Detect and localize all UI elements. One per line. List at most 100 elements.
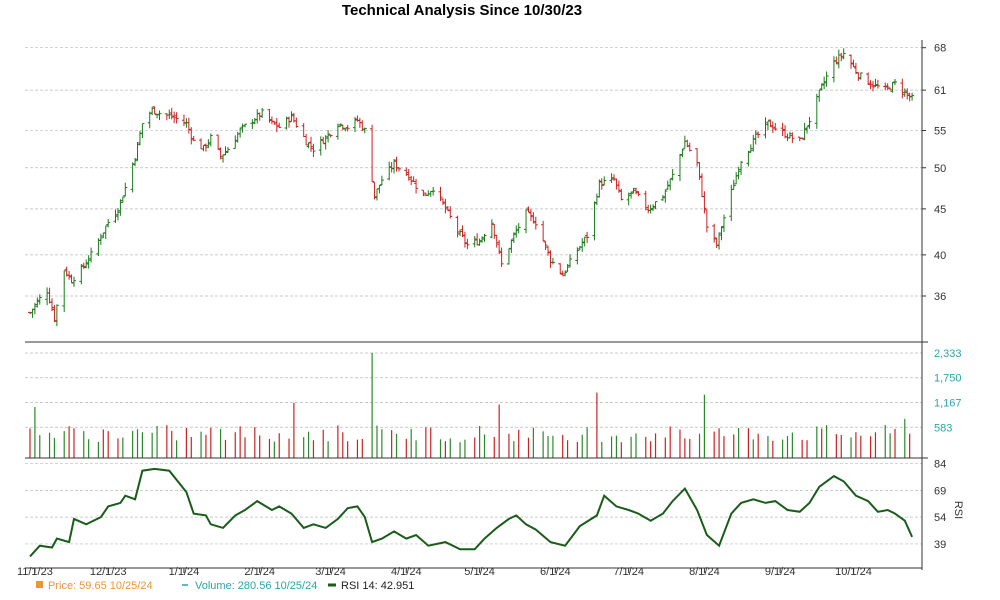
x-tick-label: 5/1/24 bbox=[464, 566, 495, 578]
x-tick-label: 1/1/24 bbox=[169, 566, 200, 578]
price-bar bbox=[352, 116, 357, 133]
price-bar bbox=[321, 136, 326, 144]
price-bar bbox=[387, 161, 392, 181]
price-bar bbox=[643, 190, 648, 211]
price-bar bbox=[304, 133, 309, 146]
x-tick-label: 8/1/24 bbox=[689, 566, 720, 578]
price-bar bbox=[49, 298, 54, 312]
price-bar bbox=[152, 106, 157, 115]
price-bar bbox=[746, 150, 751, 167]
price-bar bbox=[765, 120, 770, 131]
price-bar bbox=[849, 54, 854, 69]
price-bar bbox=[506, 248, 511, 265]
rsi-tick-label: 84 bbox=[934, 459, 946, 471]
price-bar bbox=[30, 308, 35, 318]
price-bar bbox=[751, 134, 756, 152]
price-bar bbox=[475, 233, 480, 246]
price-bar bbox=[301, 123, 306, 138]
price-bar bbox=[147, 111, 152, 129]
price-bar bbox=[272, 121, 277, 125]
price-bar bbox=[695, 148, 700, 167]
x-tick-label: 12/1/23 bbox=[90, 566, 127, 578]
chart-title: Technical Analysis Since 10/30/23 bbox=[342, 2, 582, 19]
price-bar bbox=[335, 123, 340, 140]
volume-tick-label: 1,750 bbox=[934, 373, 962, 385]
price-bar bbox=[509, 239, 514, 254]
price-bar bbox=[729, 184, 734, 222]
rsi-series-line bbox=[29, 467, 914, 558]
price-bar bbox=[704, 209, 709, 233]
price-bar bbox=[831, 56, 836, 83]
price-bar bbox=[221, 154, 226, 163]
price-bar bbox=[858, 72, 863, 80]
price-tick-label: 50 bbox=[934, 163, 946, 175]
price-bar bbox=[294, 117, 299, 128]
rsi-tick-label: 39 bbox=[934, 539, 946, 551]
x-tick-label: 10/1/24 bbox=[835, 566, 872, 578]
price-bar bbox=[819, 83, 824, 91]
price-bar bbox=[893, 78, 898, 86]
rsi-line bbox=[29, 467, 914, 558]
price-bar bbox=[309, 136, 314, 152]
price-bar bbox=[731, 179, 736, 190]
price-tick-label: 36 bbox=[934, 291, 946, 303]
price-bar bbox=[888, 87, 893, 91]
price-bar bbox=[494, 234, 499, 248]
price-bar bbox=[575, 247, 580, 265]
legend-volume: Volume: 280.56 10/25/24 bbox=[195, 580, 317, 592]
price-bar bbox=[267, 108, 272, 123]
price-bar bbox=[514, 225, 519, 238]
price-bar bbox=[62, 270, 67, 312]
price-bar bbox=[465, 238, 470, 250]
price-bar bbox=[548, 250, 553, 268]
price-bar bbox=[79, 264, 84, 285]
price-bar bbox=[609, 173, 614, 183]
price-bar bbox=[660, 195, 665, 201]
price-bar bbox=[646, 204, 651, 214]
price-bar bbox=[47, 287, 52, 304]
price-bar bbox=[404, 167, 409, 176]
price-bar bbox=[670, 169, 675, 181]
price-bar bbox=[164, 113, 169, 121]
price-bar bbox=[800, 137, 805, 139]
price-bar bbox=[614, 178, 619, 190]
price-bar bbox=[541, 220, 546, 242]
price-bar bbox=[394, 156, 399, 172]
price-bar bbox=[900, 78, 905, 99]
rsi-tick-label: 69 bbox=[934, 485, 946, 497]
x-tick-label: 6/1/24 bbox=[540, 566, 571, 578]
price-bar bbox=[824, 71, 829, 87]
price-bar bbox=[318, 136, 323, 156]
rsi-axis-label: RSI bbox=[952, 501, 964, 519]
price-bar bbox=[712, 223, 717, 243]
price-bar bbox=[374, 188, 379, 201]
price-bar bbox=[181, 114, 186, 127]
price-bar bbox=[516, 223, 521, 234]
price-bar bbox=[67, 271, 72, 280]
x-tick-label: 3/1/24 bbox=[315, 566, 346, 578]
price-bar bbox=[472, 236, 477, 248]
price-bar bbox=[687, 142, 692, 152]
technical-chart: Technical Analysis Since 10/30/23 36 40 45… bbox=[0, 0, 1000, 600]
price-bar bbox=[287, 116, 292, 128]
price-bar bbox=[201, 144, 206, 152]
price-bar bbox=[511, 232, 516, 243]
price-bar bbox=[52, 305, 57, 323]
price-bar bbox=[311, 143, 316, 157]
price-bar bbox=[721, 214, 726, 233]
price-bar bbox=[250, 119, 255, 130]
price-bar bbox=[577, 245, 582, 251]
price-bar bbox=[240, 123, 245, 133]
price-bar bbox=[853, 63, 858, 75]
price-bar bbox=[123, 182, 128, 197]
price-bar bbox=[653, 201, 658, 210]
price-bar bbox=[186, 117, 191, 134]
price-bar bbox=[203, 143, 208, 152]
price-bar bbox=[84, 259, 89, 269]
price-bar bbox=[323, 135, 328, 150]
price-bar bbox=[289, 111, 294, 122]
price-bar bbox=[130, 162, 135, 193]
price-bar bbox=[54, 304, 59, 327]
price-bar bbox=[189, 127, 194, 145]
x-tick-label: 7/1/24 bbox=[613, 566, 644, 578]
